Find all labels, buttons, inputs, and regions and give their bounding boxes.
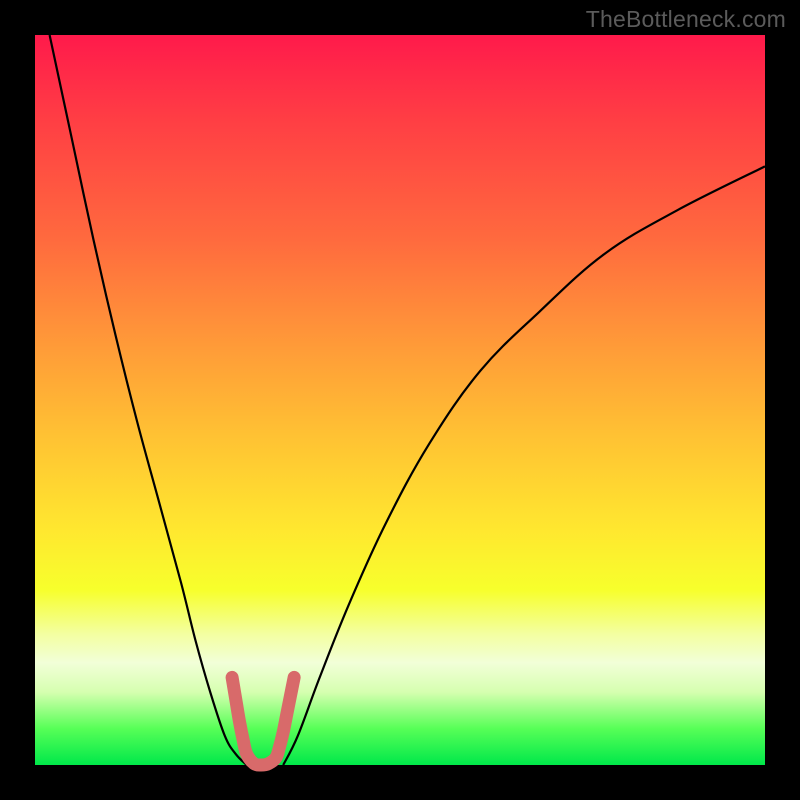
curves-svg: [35, 35, 765, 765]
attribution-text: TheBottleneck.com: [586, 6, 786, 33]
trough-marker: [232, 677, 294, 765]
right-curve: [283, 166, 765, 765]
plot-area: [35, 35, 765, 765]
chart-frame: TheBottleneck.com: [0, 0, 800, 800]
left-curve: [50, 35, 247, 765]
